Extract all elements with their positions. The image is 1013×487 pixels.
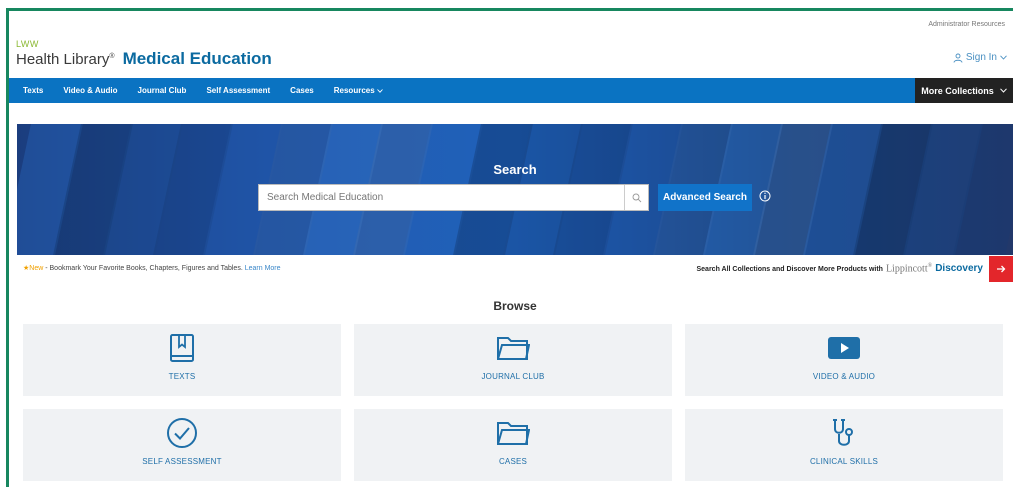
- folder-icon: [496, 417, 530, 449]
- discovery-arrow-button[interactable]: [989, 256, 1013, 282]
- tile-label-clinical-skills: CLINICAL SKILLS: [809, 457, 879, 466]
- search-input[interactable]: [259, 185, 624, 210]
- search-box: [258, 184, 649, 211]
- arrow-right-icon: [997, 265, 1006, 273]
- page: Administrator Resources LWW Health Libra…: [0, 0, 1013, 487]
- tile-label-journal-club: JOURNAL CLUB: [481, 372, 545, 381]
- chevron-down-icon: [999, 88, 1007, 93]
- administrator-resources-link[interactable]: Administrator Resources: [928, 21, 1005, 28]
- person-icon: [953, 53, 963, 63]
- new-badge: New: [29, 265, 44, 272]
- nav-texts[interactable]: Texts: [23, 86, 43, 95]
- stethoscope-icon: [829, 417, 859, 449]
- browse-tile-video-audio[interactable]: VIDEO & AUDIO: [685, 324, 1003, 396]
- nav-journal-club[interactable]: Journal Club: [138, 86, 187, 95]
- lippincott-text: Lippincott: [885, 263, 928, 275]
- more-collections-label: More Collections: [921, 85, 994, 96]
- discovery-promo-text: Search All Collections and Discover More…: [696, 266, 883, 274]
- discovery-logo: Discovery: [935, 263, 983, 275]
- brand-lww: LWW: [16, 39, 39, 49]
- search-icon: [632, 193, 641, 202]
- browse-tile-texts[interactable]: TEXTS: [23, 324, 341, 396]
- nav-resources[interactable]: Resources: [334, 86, 383, 95]
- discovery-promo[interactable]: Search All Collections and Discover More…: [697, 263, 984, 274]
- advanced-search-button[interactable]: Advanced Search: [658, 184, 752, 211]
- brand-logo[interactable]: LWW Health Library® Medical Education: [16, 40, 272, 69]
- browse-tile-clinical-skills[interactable]: CLINICAL SKILLS: [685, 409, 1003, 481]
- reg-mark: ®: [927, 263, 933, 269]
- announcement-bar: ★New - Bookmark Your Favorite Books, Cha…: [17, 256, 1013, 282]
- announcement-text: ★New - Bookmark Your Favorite Books, Cha…: [23, 264, 281, 272]
- frame-border-top: [6, 8, 1013, 11]
- lippincott-logo: Lippincott®: [886, 263, 932, 274]
- product-title: Medical Education: [122, 49, 272, 68]
- play-icon: [827, 332, 861, 364]
- nav-video-audio[interactable]: Video & Audio: [63, 86, 117, 95]
- search-hero: Search Advanced Search: [17, 124, 1013, 255]
- brand-mark: ®: [109, 53, 115, 60]
- sign-in-label: Sign In: [965, 52, 997, 63]
- chevron-down-icon: [1000, 55, 1007, 60]
- announcement-message: - Bookmark Your Favorite Books, Chapters…: [43, 265, 245, 272]
- book-icon: [168, 332, 196, 364]
- tile-label-cases: CASES: [498, 457, 528, 466]
- browse-tile-self-assessment[interactable]: SELF ASSESSMENT: [23, 409, 341, 481]
- brand-name-text: Health Library: [16, 51, 110, 68]
- browse-tile-cases[interactable]: CASES: [354, 409, 672, 481]
- more-collections-button[interactable]: More Collections: [915, 78, 1013, 103]
- chevron-down-icon: [377, 89, 383, 93]
- sign-in-button[interactable]: Sign In: [953, 52, 1007, 63]
- main-nav: Texts Video & Audio Journal Club Self As…: [9, 78, 1013, 103]
- folder-icon: [496, 332, 530, 364]
- learn-more-link[interactable]: Learn More: [245, 265, 281, 272]
- tile-label-self-assessment: SELF ASSESSMENT: [142, 457, 222, 466]
- info-icon[interactable]: [759, 190, 771, 202]
- brand-health-library: Health Library®: [16, 51, 115, 68]
- nav-self-assessment[interactable]: Self Assessment: [206, 86, 270, 95]
- nav-cases[interactable]: Cases: [290, 86, 314, 95]
- check-circle-icon: [166, 417, 198, 449]
- browse-tile-journal-club[interactable]: JOURNAL CLUB: [354, 324, 672, 396]
- nav-resources-label: Resources: [333, 86, 375, 95]
- tile-label-video-audio: VIDEO & AUDIO: [812, 372, 876, 381]
- search-button[interactable]: [624, 185, 648, 210]
- search-heading: Search: [493, 162, 537, 177]
- tile-label-texts: TEXTS: [168, 372, 196, 381]
- browse-heading: Browse: [493, 299, 537, 313]
